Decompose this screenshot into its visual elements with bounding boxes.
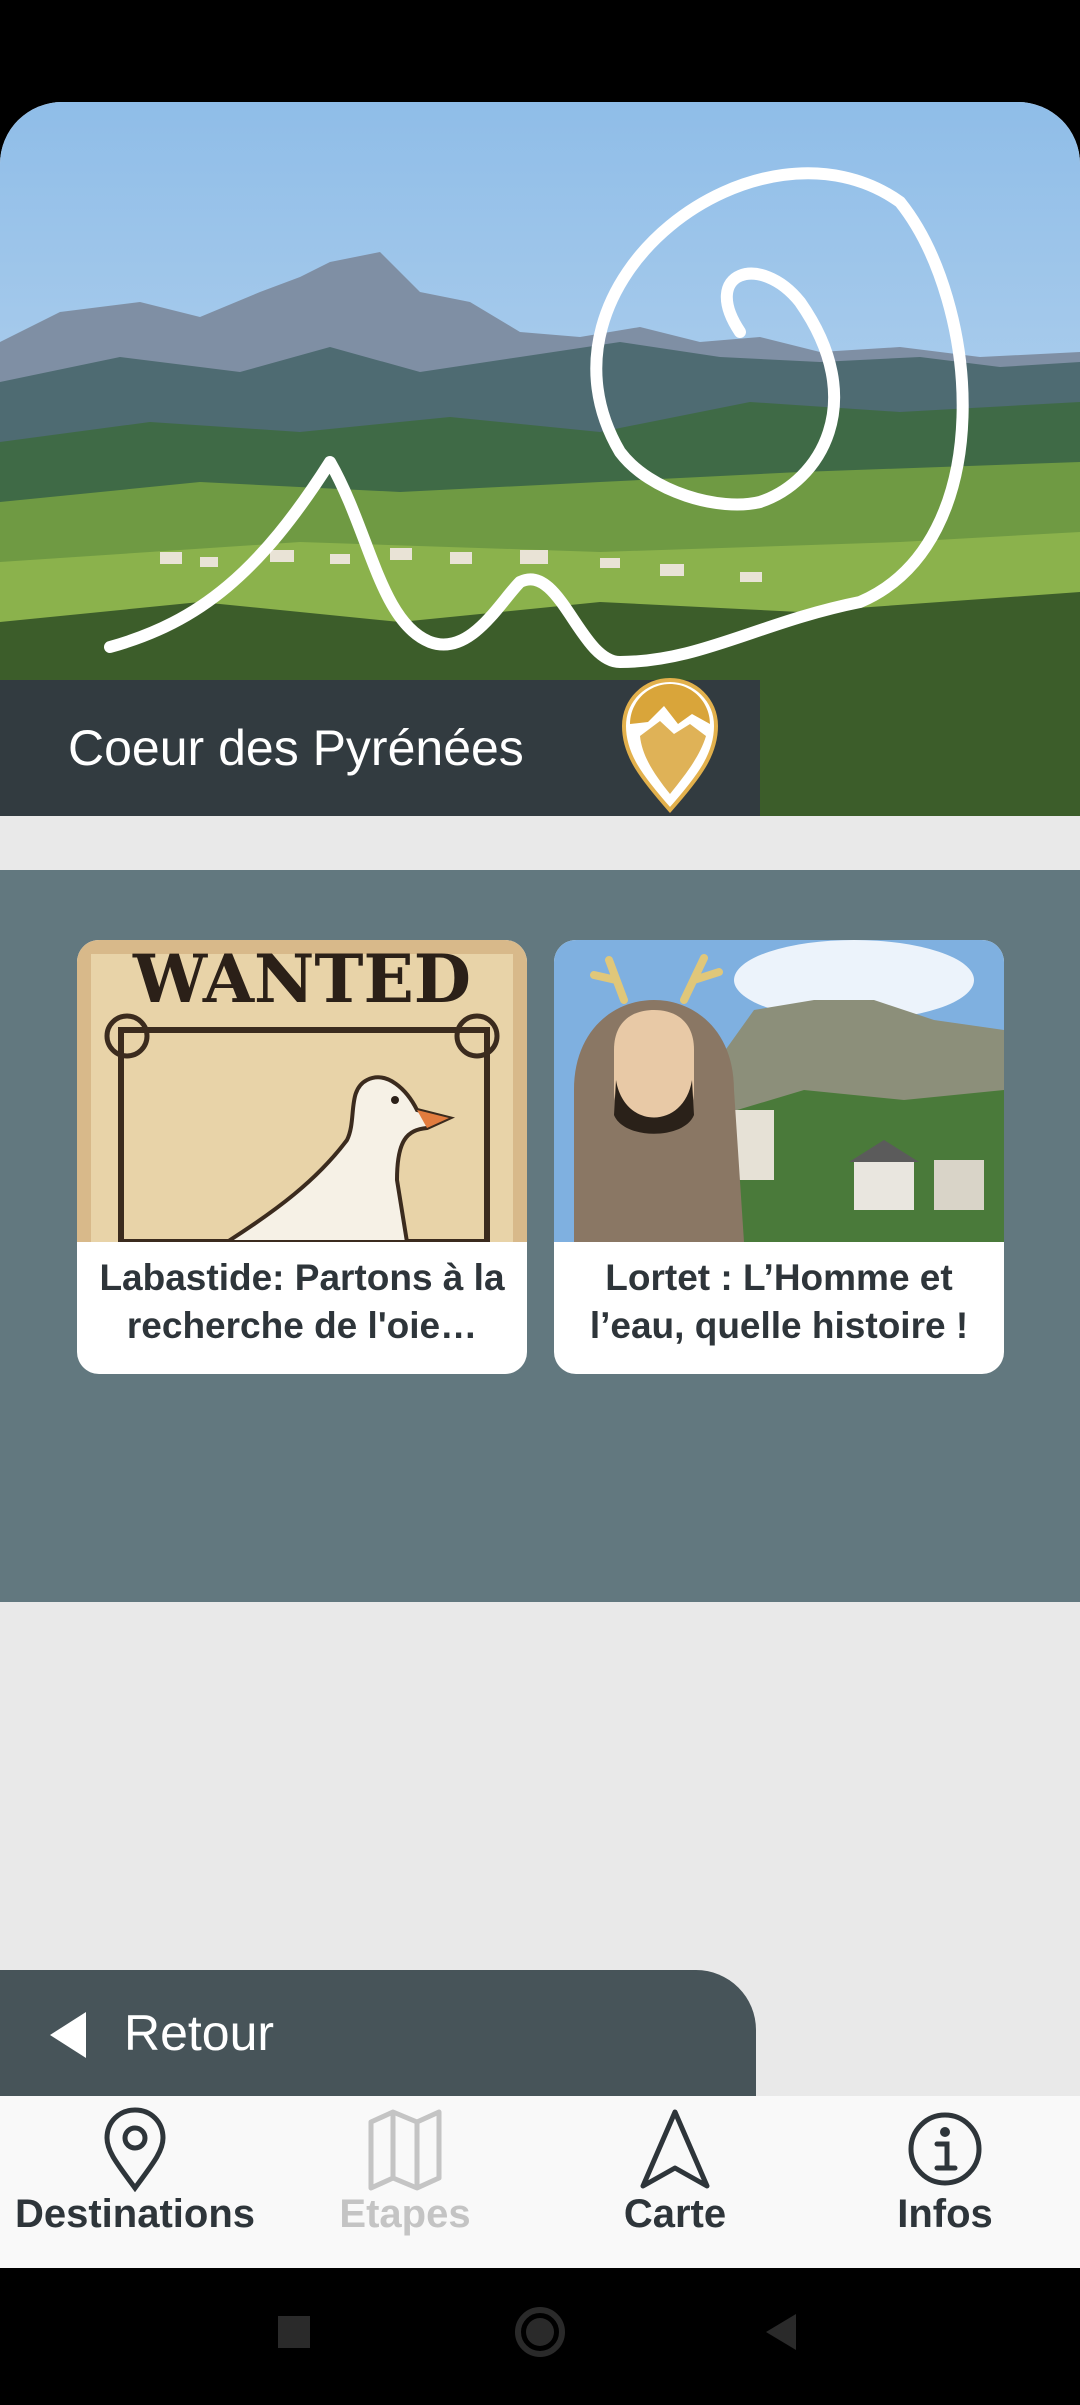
nav-label: Infos: [897, 2192, 993, 2236]
bottom-navigation: Destinations Etapes Carte Infos: [0, 2096, 1080, 2268]
nav-label: Etapes: [339, 2192, 471, 2236]
itinerary-card-labastide[interactable]: WANTED Labastide: Partons à la recherche…: [77, 940, 527, 1374]
recents-square-icon[interactable]: [278, 2316, 310, 2348]
nav-destinations[interactable]: Destinations: [0, 2096, 270, 2268]
mountain-pin-logo-icon: [621, 677, 719, 814]
nav-etapes[interactable]: Etapes: [270, 2096, 540, 2268]
nav-carte[interactable]: Carte: [540, 2096, 810, 2268]
map-icon: [368, 2109, 442, 2191]
card-title: Lortet : L’Homme et l’eau, quelle histoi…: [589, 1257, 969, 1346]
status-bar: [0, 0, 1080, 102]
back-button[interactable]: Retour: [0, 1970, 756, 2096]
card-image-deer-man: [554, 940, 1004, 1242]
back-button-label: Retour: [124, 2005, 275, 2061]
app-screen: Coeur des Pyrénées WANTED Labastide: Par…: [0, 102, 1080, 2268]
system-navigation-bar: [0, 2268, 1080, 2400]
itinerary-card-lortet[interactable]: Lortet : L’Homme et l’eau, quelle histoi…: [554, 940, 1004, 1374]
nav-infos[interactable]: Infos: [810, 2096, 1080, 2268]
hero-banner: Coeur des Pyrénées: [0, 102, 1080, 816]
back-triangle-icon: [50, 2012, 86, 2058]
map-pin-icon: [104, 2107, 166, 2192]
card-image-wanted-goose: WANTED: [77, 940, 527, 1242]
region-title: Coeur des Pyrénées: [68, 720, 524, 776]
card-title: Labastide: Partons à la recherche de l'o…: [99, 1257, 505, 1346]
navigation-arrow-icon: [640, 2109, 710, 2189]
nav-label: Carte: [623, 2192, 727, 2236]
info-icon: [908, 2112, 982, 2186]
wanted-poster-text: WANTED: [132, 940, 471, 1018]
nav-label: Destinations: [14, 2192, 256, 2236]
system-back-icon[interactable]: [766, 2314, 796, 2350]
